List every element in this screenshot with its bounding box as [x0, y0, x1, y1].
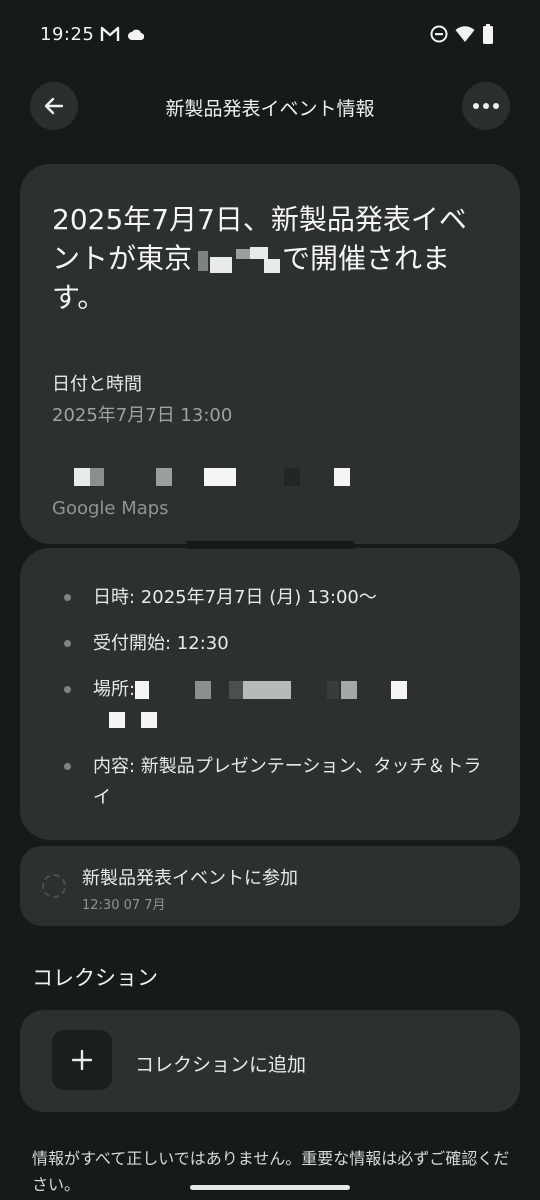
- task-title: 新製品発表イベントに参加: [82, 868, 298, 889]
- redacted-venue: [135, 681, 425, 699]
- more-options-button[interactable]: [462, 82, 510, 130]
- collection-section-title: コレクション: [32, 966, 158, 990]
- detail-item-datetime: 日時: 2025年7月7日 (月) 13:00〜: [20, 582, 520, 613]
- detail-text: 日時: 2025年7月7日 (月) 13:00〜: [93, 587, 377, 608]
- detail-item-venue: 場所:: [20, 674, 520, 736]
- detail-item-content: 内容: 新製品プレゼンテーション、タッチ＆トライ: [20, 751, 520, 813]
- detail-text: 場所:: [93, 679, 136, 700]
- task-subtitle: 12:30 07 7月: [82, 898, 166, 913]
- datetime-value[interactable]: 2025年7月7日 13:00: [52, 401, 232, 427]
- more-horizontal-icon: [473, 103, 499, 109]
- wifi-icon: [455, 26, 475, 42]
- status-time: 19:25: [40, 24, 95, 45]
- detail-text: 内容: 新製品プレゼンテーション、タッチ＆トライ: [93, 756, 482, 808]
- google-maps-link[interactable]: Google Maps: [52, 498, 169, 519]
- task-card[interactable]: 新製品発表イベントに参加 12:30 07 7月: [20, 846, 520, 926]
- redacted-venue-line2: [93, 705, 484, 736]
- home-indicator[interactable]: [190, 1185, 350, 1190]
- card-divider: [186, 541, 354, 549]
- plus-icon: [52, 1030, 112, 1090]
- event-headline: 2025年7月7日、新製品発表イベントが東京 で開催されます。: [52, 200, 492, 317]
- detail-text: 受付開始: 12:30: [93, 633, 229, 654]
- detail-item-reception: 受付開始: 12:30: [20, 628, 520, 659]
- event-summary-card: 2025年7月7日、新製品発表イベントが東京 で開催されます。 日付と時間 202…: [20, 164, 520, 544]
- gmail-icon: [100, 26, 120, 41]
- redacted-location: [192, 247, 282, 273]
- do-not-disturb-icon: [430, 25, 448, 43]
- add-to-collection-button[interactable]: コレクションに追加: [20, 1010, 520, 1112]
- disclaimer-text: 情報がすべて正しいではありません。重要な情報は必ずご確認ください。: [32, 1149, 510, 1194]
- cloud-icon: [128, 29, 144, 40]
- add-to-collection-label: コレクションに追加: [135, 1054, 307, 1076]
- task-status-icon[interactable]: [42, 874, 66, 898]
- redacted-address[interactable]: [74, 468, 394, 488]
- event-details-card: 日時: 2025年7月7日 (月) 13:00〜 受付開始: 12:30 場所:…: [20, 548, 520, 840]
- status-bar: 19:25: [0, 0, 540, 64]
- battery-icon: [483, 24, 493, 44]
- page-title: 新製品発表イベント情報: [165, 98, 375, 120]
- arrow-back-icon: [44, 97, 64, 115]
- datetime-label: 日付と時間: [52, 374, 142, 395]
- back-button[interactable]: [30, 82, 78, 130]
